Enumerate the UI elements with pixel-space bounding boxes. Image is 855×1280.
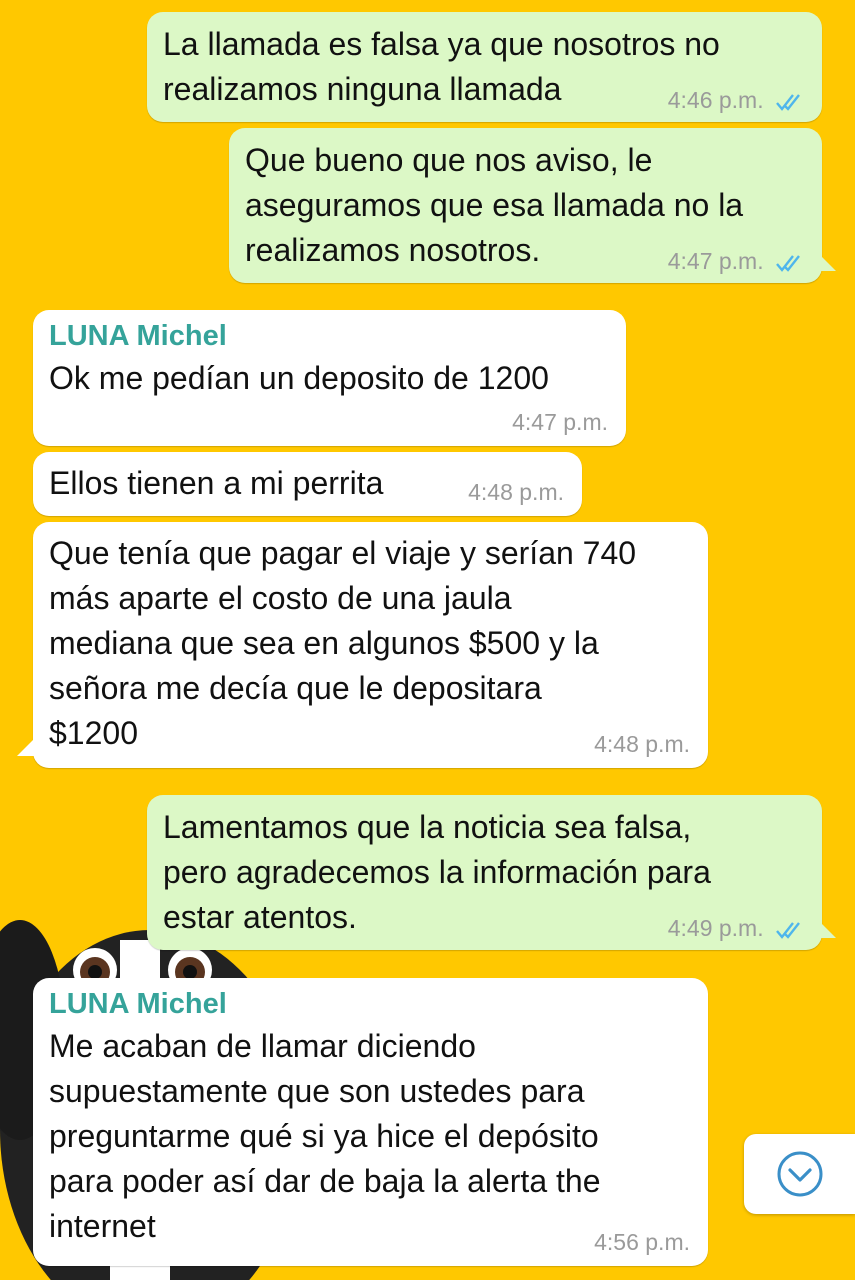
message-text: Me acaban de llamar diciendo supuestamen… [49, 1028, 601, 1244]
message-timestamp: 4:47 p.m. [512, 409, 608, 435]
message-text: Que tenía que pagar el viaje y serían 74… [49, 535, 637, 751]
message-bubble-outgoing[interactable]: Que bueno que nos aviso, le aseguramos q… [229, 128, 836, 283]
message-bubble-incoming[interactable]: LUNA Michel Ok me pedían un deposito de … [33, 310, 626, 446]
message-timestamp: 4:49 p.m. [667, 915, 764, 941]
message-bubble-incoming[interactable]: LUNA Michel Me acaban de llamar diciendo… [33, 978, 708, 1266]
double-check-icon [776, 922, 800, 939]
bubble-tail [814, 916, 836, 938]
message-bubble-outgoing[interactable]: La llamada es falsa ya que nosotros no r… [147, 12, 822, 122]
message-meta: 4:47 p.m. [668, 248, 806, 275]
message-timestamp: 4:46 p.m. [667, 87, 764, 113]
message-timestamp: 4:56 p.m. [594, 1229, 690, 1255]
sender-name[interactable]: LUNA Michel [49, 984, 692, 1024]
chevron-down-icon [777, 1151, 822, 1197]
message-bubble-outgoing[interactable]: Lamentamos que la noticia sea falsa, per… [147, 795, 836, 950]
message-timestamp: 4:48 p.m. [594, 731, 690, 757]
bubble-tail [17, 734, 39, 756]
message-timestamp: 4:47 p.m. [667, 248, 764, 274]
bubble-tail [814, 249, 836, 271]
message-meta: 4:46 p.m. [668, 87, 806, 114]
message-bubble-incoming[interactable]: Ellos tienen a mi perrita 4:48 p.m. [33, 452, 582, 516]
message-meta: 4:49 p.m. [668, 915, 806, 942]
message-timestamp: 4:48 p.m. [468, 479, 564, 505]
scroll-to-bottom-button[interactable] [744, 1134, 855, 1214]
double-check-icon [776, 255, 800, 272]
sender-name[interactable]: LUNA Michel [49, 316, 610, 356]
message-text: Ok me pedían un deposito de 1200 [49, 360, 549, 396]
message-bubble-incoming[interactable]: Que tenía que pagar el viaje y serían 74… [17, 522, 708, 768]
double-check-icon [776, 94, 800, 111]
